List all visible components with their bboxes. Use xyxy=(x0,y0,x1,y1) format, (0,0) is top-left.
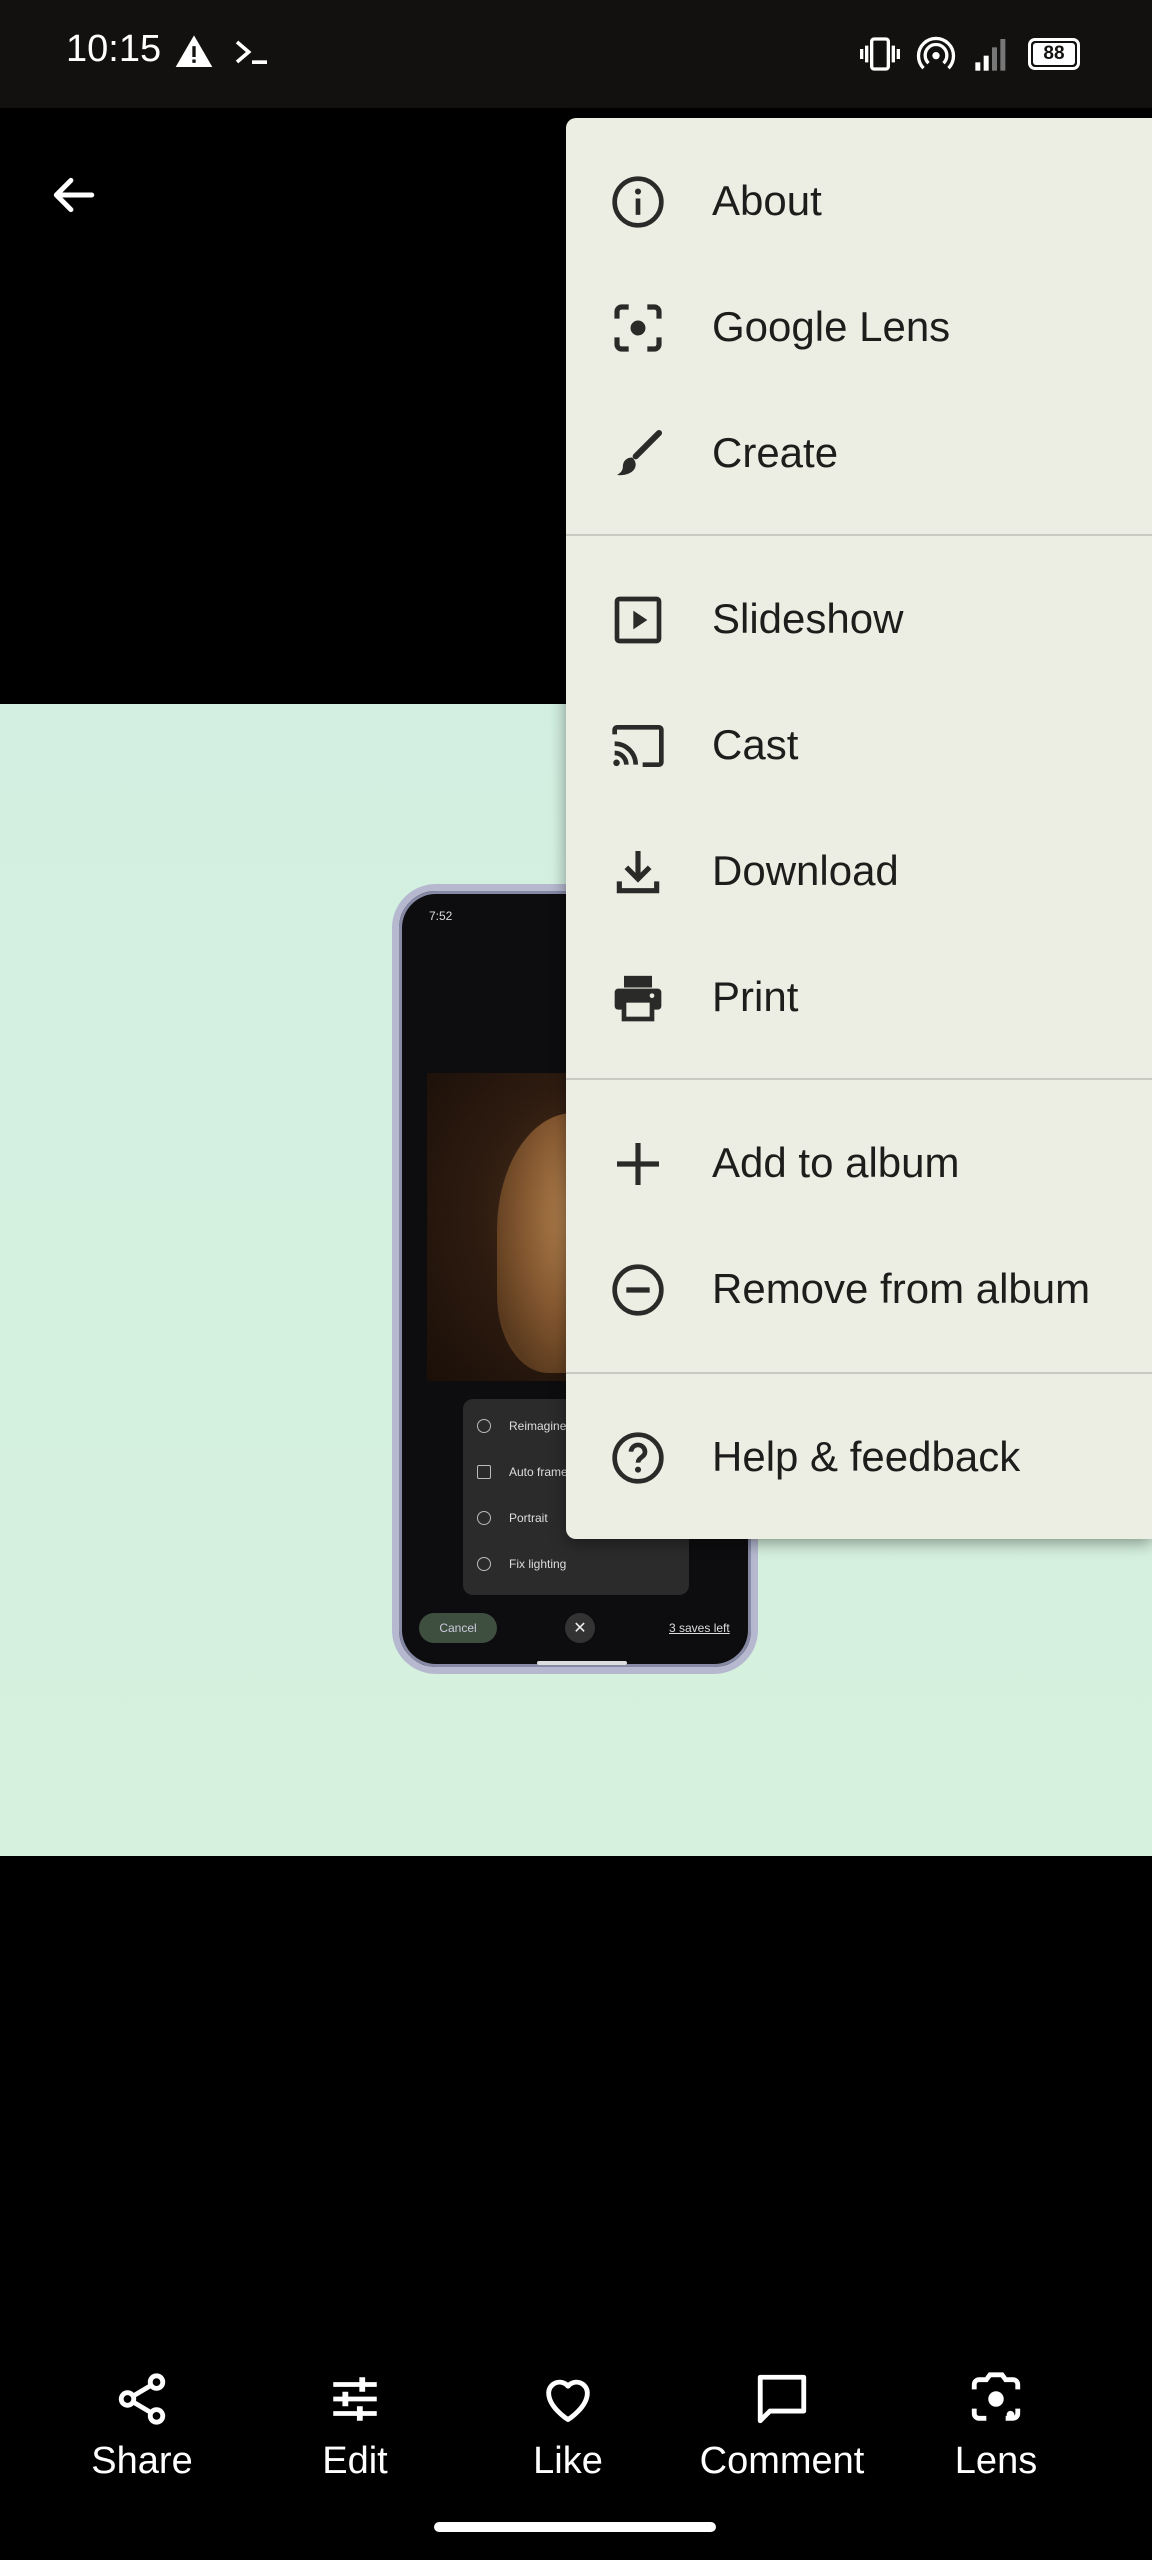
status-bar: 10:15 88 xyxy=(0,0,1152,108)
phone-menu-item: Auto frame xyxy=(509,1465,568,1479)
cast-icon xyxy=(612,725,664,767)
tune-icon xyxy=(333,2377,377,2421)
fix-lighting-icon xyxy=(477,1557,491,1571)
auto-frame-icon xyxy=(477,1465,491,1479)
menu-item-label: Google Lens xyxy=(712,303,951,350)
heart-icon xyxy=(546,2379,590,2422)
share-label: Share xyxy=(91,2440,193,2482)
phone-menu-item: Portrait xyxy=(509,1511,548,1525)
comment-button[interactable]: Comment xyxy=(692,2370,872,2483)
comment-icon xyxy=(757,2374,807,2424)
status-time: 10:15 xyxy=(66,28,162,70)
menu-item-label: Download xyxy=(712,847,899,894)
menu-divider xyxy=(566,1078,1152,1080)
slideshow-icon xyxy=(614,596,662,644)
download-icon xyxy=(616,851,660,894)
overflow-menu: About Google Lens Create Slideshow Cast xyxy=(566,118,1152,1539)
back-arrow-icon[interactable] xyxy=(48,170,98,220)
signal-icon xyxy=(975,39,1006,71)
menu-item-google-lens[interactable]: Google Lens xyxy=(566,272,1152,382)
edit-label: Edit xyxy=(322,2440,388,2482)
phone-close-icon: ✕ xyxy=(565,1613,595,1643)
phone-menu-item: Reimagine xyxy=(509,1419,567,1433)
menu-item-cast[interactable]: Cast xyxy=(566,690,1152,800)
menu-item-label: Slideshow xyxy=(712,595,904,642)
bottom-action-bar: Share Edit Like Comment Lens xyxy=(0,2360,1152,2500)
menu-item-remove-from-album[interactable]: Remove from album xyxy=(566,1234,1152,1344)
phone-saves-left: 3 saves left xyxy=(669,1621,730,1635)
like-label: Like xyxy=(533,2440,603,2482)
edit-button[interactable]: Edit xyxy=(265,2370,445,2483)
warning-icon xyxy=(175,35,213,67)
vibrate-icon xyxy=(860,37,900,71)
battery-level: 88 xyxy=(1043,43,1065,64)
menu-item-label: Help & feedback xyxy=(712,1433,1021,1480)
lens-camera-icon xyxy=(971,2372,1021,2421)
phone-status-time: 7:52 xyxy=(429,909,453,923)
phone-home-indicator xyxy=(537,1661,627,1665)
lens-label: Lens xyxy=(954,2440,1038,2482)
menu-item-print[interactable]: Print xyxy=(566,942,1152,1052)
brush-icon xyxy=(617,429,663,476)
menu-item-help-feedback[interactable]: Help & feedback xyxy=(566,1402,1152,1512)
share-button[interactable]: Share xyxy=(52,2370,232,2483)
menu-item-label: Print xyxy=(712,973,799,1020)
menu-item-label: Create xyxy=(712,429,839,476)
menu-divider xyxy=(566,1372,1152,1374)
comment-label: Comment xyxy=(699,2440,865,2482)
phone-cancel-button: Cancel xyxy=(419,1613,497,1643)
menu-item-label: Cast xyxy=(712,721,799,768)
portrait-icon xyxy=(477,1511,491,1525)
terminal-icon xyxy=(235,40,267,64)
home-indicator[interactable] xyxy=(434,2522,716,2532)
menu-item-add-to-album[interactable]: Add to album xyxy=(566,1108,1152,1218)
phone-menu-item: Fix lighting xyxy=(509,1557,567,1571)
lens-button[interactable]: Lens xyxy=(906,2370,1086,2483)
lens-icon xyxy=(614,304,662,352)
menu-divider xyxy=(566,534,1152,536)
menu-item-label: Remove from album xyxy=(712,1265,1091,1312)
like-button[interactable]: Like xyxy=(478,2370,658,2483)
menu-item-label: About xyxy=(712,177,822,224)
reimagine-icon xyxy=(477,1419,491,1433)
menu-item-label: Add to album xyxy=(712,1139,960,1186)
menu-item-download[interactable]: Download xyxy=(566,816,1152,926)
plus-icon xyxy=(617,1143,659,1185)
status-icons: 88 xyxy=(860,32,1080,76)
print-icon xyxy=(614,975,662,1022)
help-icon xyxy=(612,1432,664,1484)
menu-item-slideshow[interactable]: Slideshow xyxy=(566,564,1152,674)
battery-icon: 88 xyxy=(1028,38,1080,70)
share-icon xyxy=(118,2373,166,2425)
menu-item-about[interactable]: About xyxy=(566,146,1152,256)
menu-item-create[interactable]: Create xyxy=(566,398,1152,508)
info-icon xyxy=(612,176,664,228)
hotspot-icon xyxy=(916,36,956,70)
remove-circle-icon xyxy=(612,1264,664,1316)
